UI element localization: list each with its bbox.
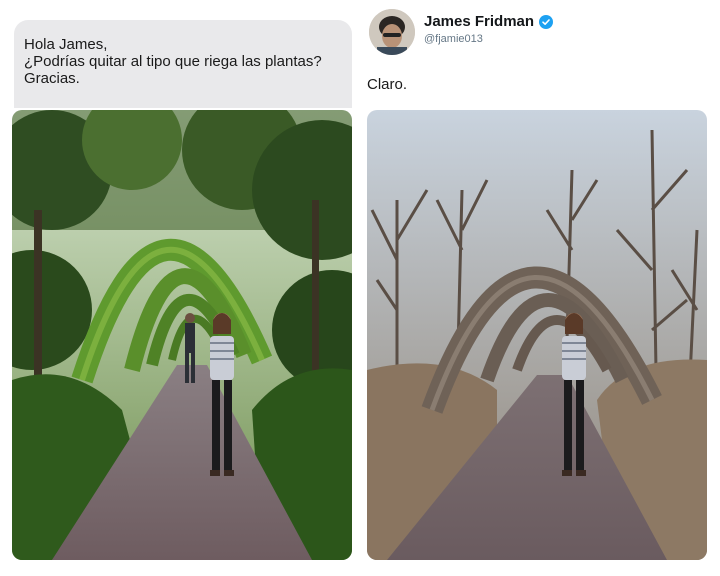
request-panel: Hola James, ¿Podrías quitar al tipo que … bbox=[0, 0, 360, 576]
avatar[interactable] bbox=[369, 9, 415, 55]
green-garden-photo bbox=[12, 110, 352, 560]
dry-garden-photo bbox=[367, 110, 707, 560]
request-text: Hola James, ¿Podrías quitar al tipo que … bbox=[24, 36, 322, 87]
request-bubble: Hola James, ¿Podrías quitar al tipo que … bbox=[14, 20, 352, 108]
original-photo bbox=[12, 110, 352, 560]
edited-photo bbox=[367, 110, 707, 560]
verified-badge-icon bbox=[539, 14, 554, 29]
reply-panel: James Fridman @fjamie013 Claro. bbox=[360, 0, 720, 576]
profile-photo bbox=[369, 9, 415, 55]
author-name[interactable]: James Fridman bbox=[424, 13, 534, 30]
author-handle[interactable]: @fjamie013 bbox=[424, 33, 483, 45]
request-line-3: Gracias. bbox=[24, 70, 80, 87]
reply-text: Claro. bbox=[367, 76, 408, 93]
request-line-1: Hola James, bbox=[24, 36, 108, 53]
request-line-2: ¿Podrías quitar al tipo que riega las pl… bbox=[24, 53, 322, 70]
author-row: James Fridman bbox=[424, 13, 554, 30]
